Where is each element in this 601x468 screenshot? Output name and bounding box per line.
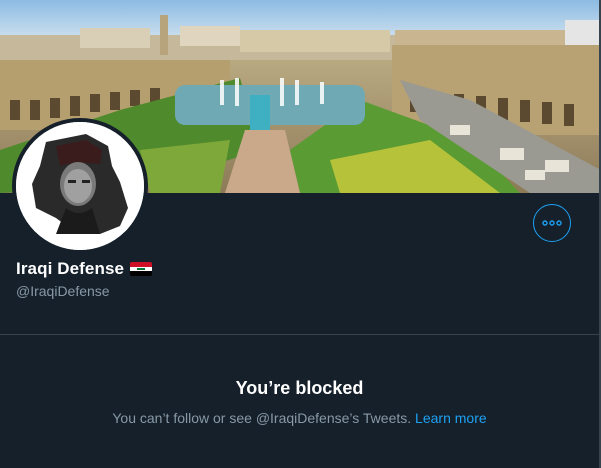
divider — [0, 334, 599, 335]
iraq-flag-icon — [130, 262, 153, 276]
blocked-message: You can’t follow or see @IraqiDefense’s … — [0, 410, 599, 426]
blocked-title: You’re blocked — [235, 378, 364, 398]
profile-name-row: Iraqi Defense — [16, 259, 153, 279]
avatar-image — [16, 122, 144, 250]
learn-more-link[interactable]: Learn more — [415, 410, 487, 426]
profile-handle: @IraqiDefense — [16, 283, 110, 299]
display-name: Iraqi Defense — [16, 259, 125, 278]
blocked-message-text: You can’t follow or see @IraqiDefense’s … — [112, 410, 412, 426]
more-options-button[interactable] — [533, 204, 571, 242]
more-horizontal-icon — [542, 220, 562, 226]
avatar[interactable] — [12, 118, 148, 254]
